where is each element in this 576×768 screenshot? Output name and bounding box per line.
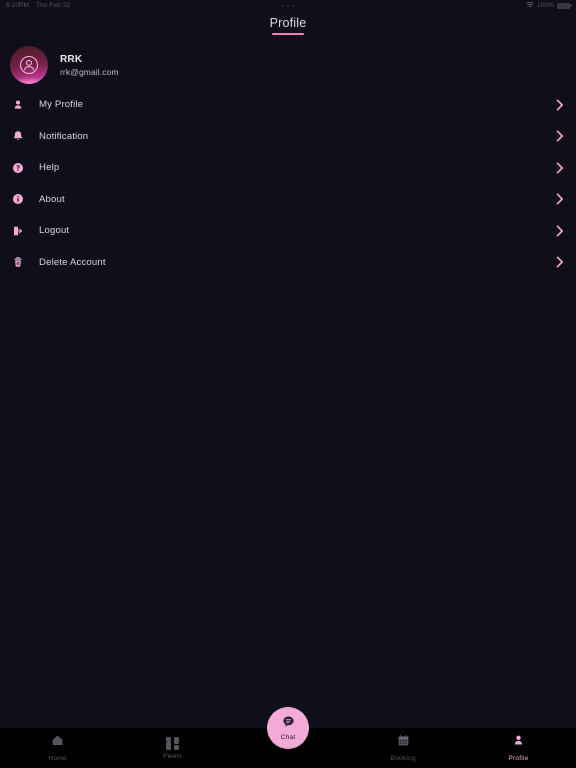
status-bar-time: 6:20PM <box>6 2 30 9</box>
status-bar-right: 100% <box>526 1 572 10</box>
menu-item-help[interactable]: Help <box>0 152 576 184</box>
calendar-icon <box>397 734 410 752</box>
home-icon <box>51 734 64 752</box>
trash-icon <box>7 256 29 268</box>
chat-fab-label: Chat <box>280 734 296 742</box>
menu-item-logout[interactable]: Logout <box>0 215 576 247</box>
nav-tab-profile[interactable]: Profile <box>461 734 576 762</box>
page-title: Profile <box>269 16 307 30</box>
status-bar: 6:20PM Thu Feb 22 100% <box>0 0 576 11</box>
chevron-right-icon[interactable] <box>555 130 564 142</box>
chat-fab-button[interactable]: Chat <box>267 707 309 749</box>
nav-tab-booking[interactable]: Booking <box>346 734 461 762</box>
nav-tab-label: Fleets <box>163 752 183 760</box>
logout-icon <box>7 225 29 237</box>
chevron-right-icon[interactable] <box>555 162 564 174</box>
menu-item-about[interactable]: About <box>0 184 576 216</box>
question-circle-icon <box>7 162 29 174</box>
person-icon <box>512 734 525 752</box>
profile-screen: 6:20PM Thu Feb 22 100% Profile RRK rrk@g… <box>0 0 576 768</box>
status-bar-left: 6:20PM Thu Feb 22 <box>6 2 70 9</box>
profile-card[interactable]: RRK rrk@gmail.com <box>0 41 576 89</box>
menu-item-label: Delete Account <box>39 256 106 268</box>
profile-email: rrk@gmail.com <box>60 66 119 77</box>
chevron-right-icon[interactable] <box>555 193 564 205</box>
avatar[interactable] <box>10 46 48 84</box>
menu-item-label: Notification <box>39 130 89 142</box>
menu-item-label: Logout <box>39 225 70 237</box>
page-title-underline <box>272 33 304 35</box>
page-header: Profile <box>0 11 576 41</box>
menu-item-label: Help <box>39 162 60 174</box>
nav-tab-home[interactable]: Home <box>0 734 115 762</box>
profile-meta: RRK rrk@gmail.com <box>60 54 119 77</box>
battery-full-icon <box>557 2 572 9</box>
nav-tab-fleets[interactable]: Fleets <box>115 736 230 760</box>
profile-menu: My Profile Notification Help About Logou… <box>0 89 576 278</box>
nav-tab-label: Booking <box>390 755 416 762</box>
menu-item-label: My Profile <box>39 99 84 111</box>
nav-tab-label: Home <box>48 755 67 762</box>
menu-item-notification[interactable]: Notification <box>0 121 576 153</box>
menu-item-delete-account[interactable]: Delete Account <box>0 247 576 279</box>
menu-item-my-profile[interactable]: My Profile <box>0 89 576 121</box>
chevron-right-icon[interactable] <box>555 225 564 237</box>
person-icon <box>7 99 29 111</box>
profile-name: RRK <box>60 53 83 65</box>
user-circle-avatar-icon <box>19 55 39 75</box>
avatar-glow <box>10 77 48 84</box>
chevron-right-icon[interactable] <box>555 256 564 268</box>
chat-bubble-icon <box>282 715 295 733</box>
nav-tab-label: Profile <box>508 755 529 762</box>
bell-icon <box>7 130 29 142</box>
status-bar-date: Thu Feb 22 <box>36 2 71 9</box>
battery-percent-label: 100% <box>536 2 554 9</box>
status-bar-dots <box>282 4 294 7</box>
grid-icon <box>166 736 180 750</box>
bottom-nav-bar: Home Fleets Booking Profile Chat <box>0 707 576 768</box>
wifi-icon <box>526 1 534 10</box>
info-circle-icon <box>7 193 29 205</box>
chevron-right-icon[interactable] <box>555 99 564 111</box>
menu-item-label: About <box>39 193 65 205</box>
